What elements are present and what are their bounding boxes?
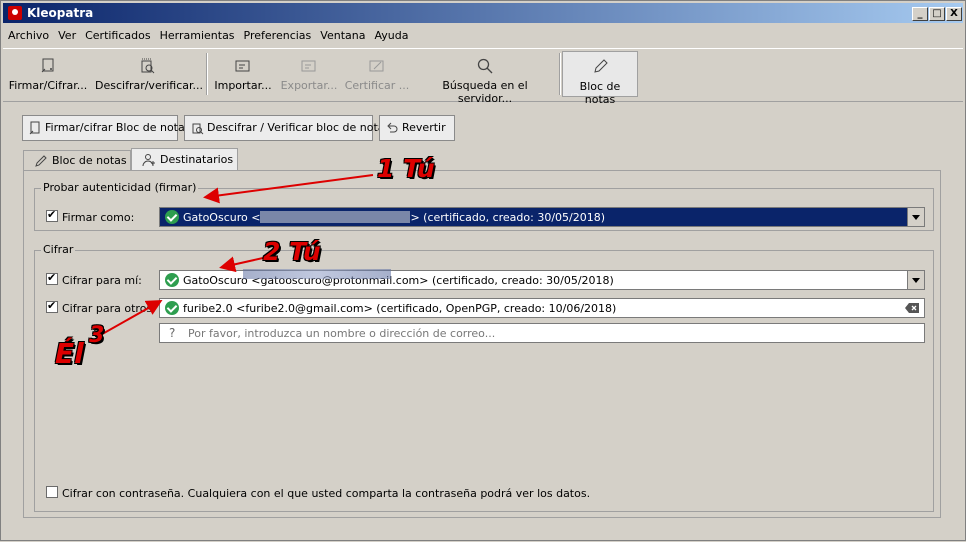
annotation-arrow-1 xyxy=(203,174,374,204)
annotation-two: 2 Tú xyxy=(263,237,321,266)
annotation-arrow-2 xyxy=(219,256,264,273)
annotation-arrow-3 xyxy=(96,300,163,338)
annotation-el: Él xyxy=(55,337,84,370)
annotation-three: 3 xyxy=(89,323,105,348)
annotation-one: 1 Tú xyxy=(377,154,435,183)
kleopatra-window: Kleopatra _ □ X Archivo Ver Certificados He… xyxy=(0,0,966,541)
annotation-arrows xyxy=(96,174,374,338)
